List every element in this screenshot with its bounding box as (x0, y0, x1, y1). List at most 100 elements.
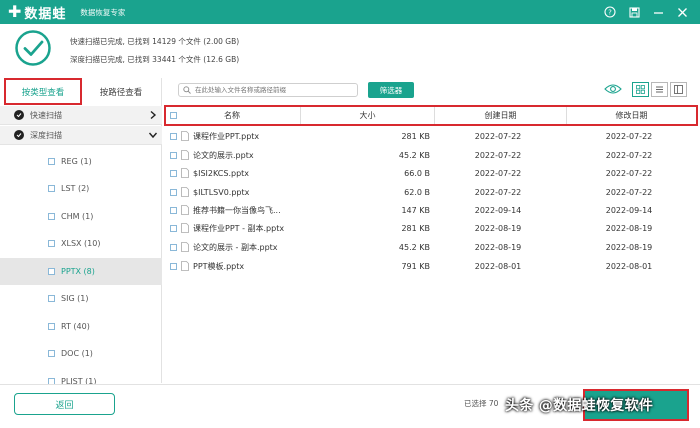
bottom-bar: 返回 已选择 70 恢复 头条 @数据蛙恢复软件 (0, 384, 700, 428)
save-icon[interactable] (622, 0, 646, 24)
type-item-rt[interactable]: RT (40) (0, 313, 162, 340)
type-label: SIG (1) (61, 294, 89, 303)
file-size: 147 KB (401, 206, 430, 215)
file-created: 2022-07-22 (474, 169, 522, 178)
app-name: 数据蛙 (24, 6, 67, 22)
checkbox[interactable] (48, 158, 55, 165)
scan-complete-check-icon (15, 30, 51, 66)
type-item-sig[interactable]: SIG (1) (0, 285, 162, 312)
quick-scan-result: 快速扫描已完成, 已找到 14129 个文件 (2.00 GB) (70, 37, 240, 46)
grid-view-icon[interactable] (632, 82, 649, 97)
view-mode-switcher (630, 82, 687, 97)
close-icon[interactable] (670, 0, 694, 24)
file-created: 2022-08-19 (474, 224, 522, 233)
file-size: 66.0 B (404, 169, 430, 178)
type-label: CHM (1) (61, 212, 94, 221)
type-item-reg[interactable]: REG (1) (0, 148, 162, 175)
type-label: PPTX (8) (61, 267, 95, 276)
table-row[interactable]: PPT模板.pptx 791 KB 2022-08-01 2022-08-01 (164, 257, 698, 276)
table-row[interactable]: $ISI2KCS.pptx 66.0 B 2022-07-22 2022-07-… (164, 164, 698, 183)
file-modified: 2022-08-01 (605, 262, 653, 271)
type-item-chm[interactable]: CHM (1) (0, 203, 162, 230)
row-checkbox[interactable] (170, 263, 177, 270)
list-view-icon[interactable] (651, 82, 668, 97)
quick-scan-row[interactable]: 快速扫描 (0, 106, 162, 125)
file-icon (181, 187, 189, 197)
file-size: 45.2 KB (398, 243, 430, 252)
file-icon (181, 168, 189, 178)
chevron-down-icon[interactable] (148, 130, 158, 140)
row-checkbox[interactable] (170, 244, 177, 251)
checkbox[interactable] (48, 213, 55, 220)
eye-icon[interactable] (604, 83, 622, 95)
type-item-pptx[interactable]: PPTX (8) (0, 258, 162, 285)
file-created: 2022-07-22 (474, 132, 522, 141)
file-size: 281 KB (401, 132, 430, 141)
minimize-icon[interactable] (646, 0, 670, 24)
checkbox[interactable] (48, 323, 55, 330)
type-item-xlsx[interactable]: XLSX (10) (0, 230, 162, 257)
svg-text:?: ? (608, 9, 612, 17)
file-icon (181, 150, 189, 160)
checkbox[interactable] (48, 240, 55, 247)
view-mode-tabs: 按类型查看 按路径查看 (0, 78, 162, 105)
column-name[interactable]: 名称 (224, 107, 240, 124)
table-row[interactable]: 课程作业PPT - 副本.pptx 281 KB 2022-08-19 2022… (164, 219, 698, 238)
tab-by-type[interactable]: 按类型查看 (4, 78, 82, 105)
chevron-right-icon[interactable] (148, 110, 158, 120)
row-checkbox[interactable] (170, 225, 177, 232)
file-modified: 2022-07-22 (605, 132, 653, 141)
file-modified: 2022-09-14 (605, 206, 653, 215)
selected-count: 已选择 70 (464, 399, 499, 408)
search-box[interactable] (178, 83, 358, 97)
table-row[interactable]: 论文的展示.pptx 45.2 KB 2022-07-22 2022-07-22 (164, 146, 698, 165)
tab-by-path[interactable]: 按路径查看 (88, 78, 154, 105)
window-controls: ? (598, 0, 694, 24)
check-circle-icon (14, 110, 24, 120)
deep-scan-row[interactable]: 深度扫描 (0, 126, 162, 145)
type-label: LST (2) (61, 184, 90, 193)
file-size: 62.0 B (404, 188, 430, 197)
table-row[interactable]: 推荐书籍一你当像鸟飞... 147 KB 2022-09-14 2022-09-… (164, 201, 698, 220)
column-modified[interactable]: 修改日期 (566, 107, 696, 124)
checkbox[interactable] (48, 185, 55, 192)
file-name: 推荐书籍一你当像鸟飞... (193, 206, 281, 215)
column-size[interactable]: 大小 (300, 107, 434, 124)
file-created: 2022-07-22 (474, 188, 522, 197)
row-checkbox[interactable] (170, 189, 177, 196)
type-label: REG (1) (61, 157, 92, 166)
quick-scan-label: 快速扫描 (30, 110, 62, 120)
detail-view-icon[interactable] (670, 82, 687, 97)
sidebar: 按类型查看 按路径查看 快速扫描 深度扫描 REG (1) LST (2) CH… (0, 78, 162, 386)
file-modified: 2022-08-19 (605, 224, 653, 233)
file-created: 2022-07-22 (474, 151, 522, 160)
file-name: 课程作业PPT.pptx (193, 132, 260, 141)
check-circle-icon (14, 130, 24, 140)
select-all-checkbox[interactable] (170, 112, 177, 119)
file-created: 2022-08-19 (474, 243, 522, 252)
file-icon (181, 205, 189, 215)
type-item-doc[interactable]: DOC (1) (0, 340, 162, 367)
file-name: $ISI2KCS.pptx (193, 169, 250, 178)
type-label: DOC (1) (61, 349, 93, 358)
type-label: XLSX (10) (61, 239, 101, 248)
plus-cross-icon: ✚ (8, 2, 22, 21)
row-checkbox[interactable] (170, 207, 177, 214)
column-created[interactable]: 创建日期 (434, 107, 566, 124)
checkbox[interactable] (48, 295, 55, 302)
row-checkbox[interactable] (170, 170, 177, 177)
row-checkbox[interactable] (170, 152, 177, 159)
table-row[interactable]: 论文的展示 - 副本.pptx 45.2 KB 2022-08-19 2022-… (164, 238, 698, 257)
search-icon (183, 86, 191, 94)
table-row[interactable]: $ILTLSV0.pptx 62.0 B 2022-07-22 2022-07-… (164, 183, 698, 202)
deep-scan-label: 深度扫描 (30, 130, 62, 140)
back-button[interactable]: 返回 (14, 393, 115, 415)
row-checkbox[interactable] (170, 133, 177, 140)
filter-button[interactable]: 筛选器 (368, 82, 414, 98)
checkbox[interactable] (48, 268, 55, 275)
search-input[interactable] (195, 86, 345, 94)
checkbox[interactable] (48, 350, 55, 357)
table-row[interactable]: 课程作业PPT.pptx 281 KB 2022-07-22 2022-07-2… (164, 127, 698, 146)
help-icon[interactable]: ? (598, 0, 622, 24)
type-item-lst[interactable]: LST (2) (0, 175, 162, 202)
